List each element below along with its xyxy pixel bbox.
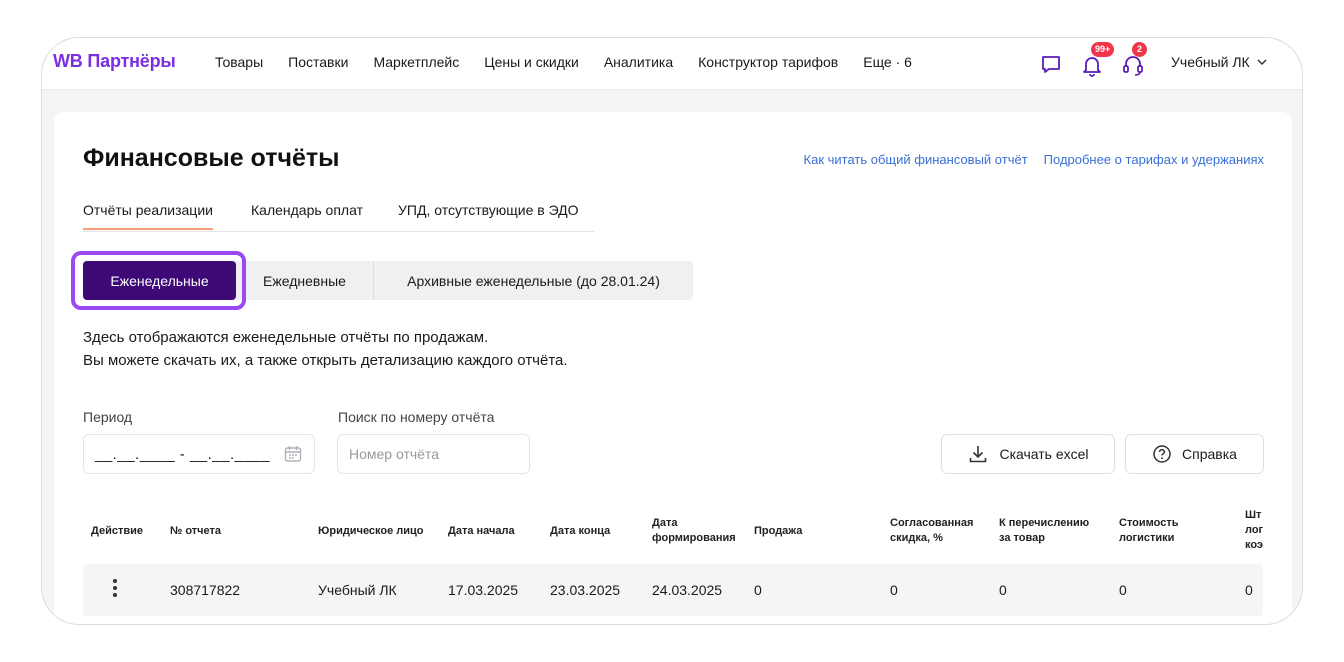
kebab-menu-icon[interactable]	[111, 579, 119, 601]
segment-weekly[interactable]: Еженедельные	[83, 261, 236, 300]
tariffs-details-link[interactable]: Подробнее о тарифах и удержаниях	[1044, 152, 1264, 167]
cell-end-date: 23.03.2025	[550, 582, 621, 598]
segment-archive-weekly[interactable]: Архивные еженедельные (до 28.01.24)	[374, 261, 693, 300]
col-action: Действие	[91, 525, 143, 537]
nav-item-analytics[interactable]: Аналитика	[604, 54, 673, 70]
top-navigation: WB Партнёры Товары Поставки Маркетплейс …	[42, 38, 1302, 90]
period-label: Период	[83, 409, 133, 425]
description-line-1: Здесь отображаются еженедельные отчёты п…	[83, 329, 489, 346]
table-header: Действие № отчета Юридическое лицо Дата …	[54, 502, 1292, 562]
tab-payment-calendar[interactable]: Календарь оплат	[251, 202, 363, 218]
user-name: Учебный ЛК	[1171, 54, 1250, 70]
cell-sale: 0	[754, 582, 762, 598]
cell-legal-entity: Учебный ЛК	[318, 582, 397, 598]
help-links: Как читать общий финансовый отчёт Подроб…	[804, 152, 1264, 167]
col-discount-line-1: Согласованная	[890, 517, 974, 529]
table-row[interactable]: 308717822 Учебный ЛК 17.03.2025 23.03.20…	[83, 564, 1263, 616]
support-badge: 2	[1132, 42, 1147, 57]
col-fines: Шт лог коэ	[1245, 508, 1263, 553]
col-logistics-line-2: логистики	[1119, 532, 1175, 544]
col-discount-line-2: скидка, %	[890, 532, 943, 544]
chevron-down-icon	[1257, 59, 1267, 66]
period-input[interactable]: __.__.____ - __.__.____	[83, 434, 315, 474]
cell-report-number: 308717822	[170, 582, 241, 598]
cell-fines: 0	[1245, 582, 1253, 598]
col-start-date: Дата начала	[448, 525, 515, 537]
nav-item-tariff-builder[interactable]: Конструктор тарифов	[698, 54, 838, 70]
nav-item-more[interactable]: Еще · 6	[863, 54, 912, 70]
nav-item-marketplace[interactable]: Маркетплейс	[373, 54, 459, 70]
cell-logistics: 0	[1119, 582, 1127, 598]
help-button[interactable]: Справка	[1125, 434, 1264, 474]
download-icon	[970, 446, 987, 463]
question-circle-icon	[1153, 445, 1171, 463]
download-excel-label: Скачать excel	[999, 446, 1089, 462]
col-formed-date-line-2: формирования	[652, 532, 736, 544]
chat-icon[interactable]	[1038, 52, 1064, 78]
segment-daily[interactable]: Ежедневные	[236, 261, 373, 300]
notifications-badge: 99+	[1091, 42, 1115, 57]
app-window: WB Партнёры Товары Поставки Маркетплейс …	[41, 37, 1303, 625]
how-to-read-report-link[interactable]: Как читать общий финансовый отчёт	[804, 152, 1028, 167]
main-card: Финансовые отчёты Как читать общий финан…	[54, 112, 1292, 624]
tab-missing-upd[interactable]: УПД, отсутствующие в ЭДО	[398, 202, 579, 218]
col-report-number: № отчета	[170, 525, 222, 537]
col-formed-date: Дата формирования	[652, 516, 736, 546]
col-fines-line-2: лог	[1245, 524, 1263, 536]
page-title: Финансовые отчёты	[83, 144, 340, 172]
cell-discount: 0	[890, 582, 898, 598]
report-tabs: Отчёты реализации Календарь оплат УПД, о…	[83, 200, 594, 232]
nav-item-supplies[interactable]: Поставки	[288, 54, 348, 70]
tab-sales-reports[interactable]: Отчёты реализации	[83, 202, 213, 230]
col-discount: Согласованная скидка, %	[890, 516, 973, 546]
report-number-placeholder: Номер отчёта	[349, 446, 439, 462]
calendar-icon[interactable]	[283, 444, 303, 464]
nav-item-products[interactable]: Товары	[215, 54, 263, 70]
col-fines-line-1: Шт	[1245, 509, 1262, 521]
col-transfer: К перечислению за товар	[999, 516, 1089, 546]
report-number-input[interactable]: Номер отчёта	[337, 434, 530, 474]
download-excel-button[interactable]: Скачать excel	[941, 434, 1115, 474]
main-menu: Товары Поставки Маркетплейс Цены и скидк…	[215, 54, 937, 70]
nav-actions: 99+ 2 Учебный ЛК	[1032, 42, 1302, 82]
report-period-switch: Еженедельные Ежедневные Архивные еженеде…	[83, 261, 693, 300]
cell-start-date: 17.03.2025	[448, 582, 519, 598]
period-mask: __.__.____ - __.__.____	[95, 445, 270, 463]
cell-formed-date: 24.03.2025	[652, 582, 723, 598]
col-logistics: Стоимость логистики	[1119, 516, 1179, 546]
user-menu[interactable]: Учебный ЛК	[1171, 54, 1268, 70]
col-transfer-line-1: К перечислению	[999, 517, 1090, 529]
logo[interactable]: WB Партнёры	[53, 51, 176, 72]
help-label: Справка	[1182, 446, 1237, 462]
col-transfer-line-2: за товар	[999, 532, 1045, 544]
col-formed-date-line-1: Дата	[652, 517, 678, 529]
col-sale: Продажа	[754, 525, 803, 537]
col-legal-entity: Юридическое лицо	[318, 525, 424, 537]
col-logistics-line-1: Стоимость	[1119, 517, 1179, 529]
col-fines-line-3: коэ	[1245, 539, 1263, 551]
description: Здесь отображаются еженедельные отчёты п…	[83, 326, 568, 372]
cell-transfer: 0	[999, 582, 1007, 598]
col-end-date: Дата конца	[550, 525, 611, 537]
search-label: Поиск по номеру отчёта	[338, 409, 495, 425]
nav-item-prices[interactable]: Цены и скидки	[484, 54, 579, 70]
description-line-2: Вы можете скачать их, а также открыть де…	[83, 352, 568, 369]
